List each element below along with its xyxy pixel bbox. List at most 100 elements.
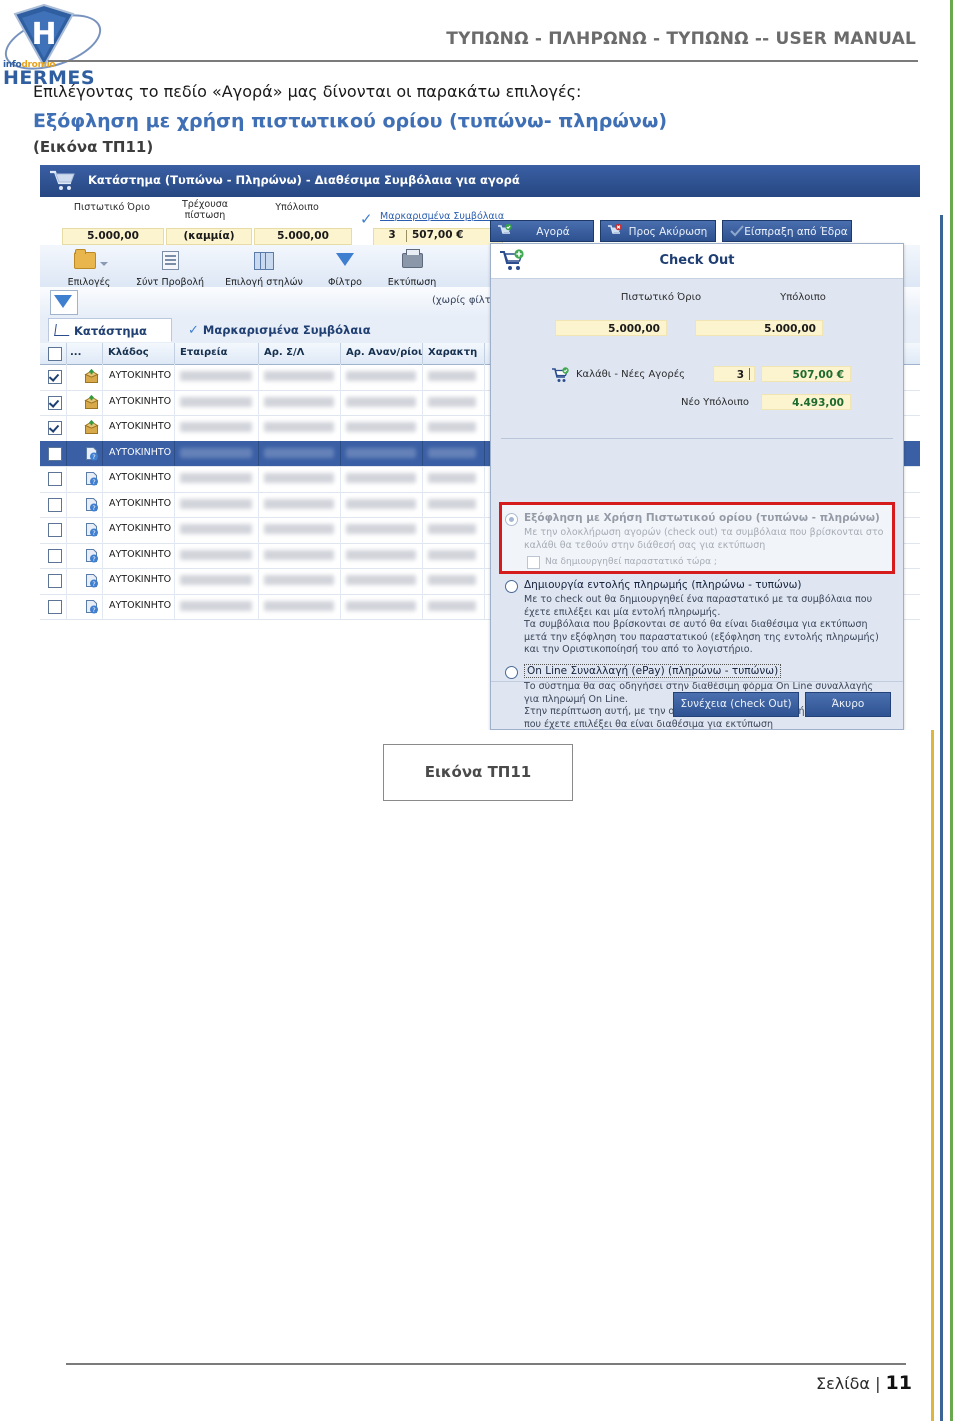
- cancel-request-button[interactable]: Προς Ακύρωση: [600, 220, 716, 242]
- cell-redacted: [428, 549, 476, 560]
- cell-redacted: [264, 498, 334, 509]
- buy-button[interactable]: Αγορά: [490, 220, 594, 242]
- balance-value: 5.000,00: [254, 228, 352, 245]
- cell-redacted: [264, 422, 334, 432]
- grid-column-divider: [66, 415, 67, 441]
- grid-column-divider: [422, 593, 423, 619]
- option-payment-order-description: Με το check out θα δημιουργηθεί ένα παρα…: [524, 594, 879, 655]
- dialog-new-balance-value: 4.493,00: [761, 394, 851, 410]
- row-select-checkbox[interactable]: [48, 523, 62, 537]
- cell-redacted: [346, 524, 416, 534]
- tab-katastima[interactable]: Κατάστημα: [48, 318, 172, 342]
- checkout-cancel-button[interactable]: Άκυρο: [805, 692, 891, 717]
- svg-text:?: ?: [92, 478, 95, 486]
- grid-column-divider: [102, 491, 103, 517]
- grid-column-divider: [102, 440, 103, 466]
- collect-from-office-button-label: Είσπραξη από Έδρα: [744, 226, 848, 238]
- cell-klados: ΑΥΤΟΚΙΝΗΤΟ: [109, 446, 172, 458]
- cell-redacted: [264, 371, 334, 381]
- row-select-checkbox[interactable]: [48, 370, 62, 384]
- embedded-screenshot: Κατάστημα (Τυπώνω - Πληρώνω) - Διαθέσιμα…: [35, 165, 940, 730]
- dialog-credit-limit-value: 5.000,00: [555, 320, 667, 336]
- grid-column-divider: [422, 491, 423, 517]
- grid-column-divider: [102, 517, 103, 543]
- tab-marked-contracts[interactable]: ✓ Μαρκαρισμένα Συμβόλαια: [188, 318, 371, 342]
- ribbon-button-print[interactable]: Εκτύπωση: [376, 249, 448, 289]
- document-header-title: ΤΥΠΩΝΩ - ΠΛΗΡΩΝΩ - ΤΥΠΩΝΩ -- USER MANUAL: [446, 29, 916, 49]
- grid-column-divider: [102, 568, 103, 594]
- checkout-dialog: Check Out Πιστωτικό Όριο Υπόλοιπο 5.000,…: [490, 243, 904, 730]
- row-select-checkbox[interactable]: [48, 497, 62, 512]
- grid-col-etaireia[interactable]: Εταιρεία: [180, 347, 252, 358]
- ribbon-button-compact-view[interactable]: Σύντ Προβολή: [126, 250, 214, 289]
- row-select-checkbox[interactable]: [48, 599, 62, 614]
- select-all-checkbox[interactable]: [48, 347, 62, 361]
- edge-rule-green: [950, 0, 953, 1421]
- ribbon-button-filter[interactable]: Φίλτρο: [316, 250, 374, 289]
- row-select-checkbox[interactable]: [48, 548, 62, 563]
- cart-icon: [54, 324, 71, 336]
- cell-redacted: [180, 447, 252, 458]
- grid-column-divider: [340, 466, 341, 492]
- sheet-icon: [126, 250, 214, 270]
- cell-redacted: [180, 473, 252, 483]
- marked-contracts-link[interactable]: Μαρκαρισμένα Συμβόλαια: [380, 211, 504, 222]
- checkout-confirm-button[interactable]: Συνέχεια (check Out): [673, 692, 799, 717]
- cell-redacted: [180, 549, 252, 560]
- package-green-icon: [84, 394, 99, 410]
- grid-col-xarakt[interactable]: Χαρακτη: [428, 347, 478, 358]
- cart-cancel-icon: [608, 224, 622, 234]
- collect-from-office-button[interactable]: Είσπραξη από Έδρα: [722, 220, 852, 242]
- option-online-epay-radio[interactable]: [505, 666, 518, 679]
- cell-redacted: [180, 575, 252, 585]
- grid-col-klados[interactable]: Κλάδος: [108, 347, 168, 358]
- cell-redacted: [428, 371, 476, 381]
- doc-question-icon: ?: [84, 599, 99, 614]
- cell-redacted: [346, 396, 416, 407]
- option-payment-order-radio[interactable]: [505, 580, 518, 593]
- figure-caption-box: Εικόνα ΤΠ11: [383, 744, 573, 801]
- checkout-dialog-header: Check Out: [491, 244, 903, 279]
- footer-page-number: 11: [885, 1372, 912, 1394]
- row-select-checkbox[interactable]: [48, 446, 62, 461]
- cell-redacted: [346, 422, 416, 432]
- ribbon-button-select-columns[interactable]: Επιλογή στηλών: [216, 250, 312, 289]
- cell-klados: ΑΥΤΟΚΙΝΗΤΟ: [109, 548, 172, 560]
- svg-text:?: ?: [92, 453, 95, 461]
- dialog-footer-divider: [491, 681, 903, 682]
- row-select-checkbox[interactable]: [48, 574, 62, 588]
- grid-column-divider: [66, 389, 67, 415]
- cancel-request-button-label: Προς Ακύρωση: [628, 226, 708, 238]
- marked-count-value: 3: [388, 229, 396, 241]
- grid-col-ananeo[interactable]: Αρ. Αναν/ρίου: [346, 347, 422, 358]
- grid-column-divider: [102, 542, 103, 568]
- grid-column-divider: [174, 593, 175, 619]
- grid-column-divider: [258, 517, 259, 543]
- folder-icon: [54, 249, 124, 269]
- grid-col-ellipsis[interactable]: ...: [70, 347, 90, 358]
- grid-column-divider: [174, 568, 175, 594]
- filter-toggle-button[interactable]: [50, 290, 78, 315]
- tab-katastima-label: Κατάστημα: [74, 324, 147, 338]
- cell-klados: ΑΥΤΟΚΙΝΗΤΟ: [109, 421, 172, 432]
- cell-klados: ΑΥΤΟΚΙΝΗΤΟ: [109, 574, 172, 585]
- grid-column-divider: [258, 542, 259, 568]
- cell-redacted: [346, 447, 416, 458]
- doc-question-icon: ?: [84, 522, 99, 537]
- row-select-checkbox[interactable]: [48, 395, 62, 410]
- ribbon-button-options[interactable]: Επιλογές: [54, 249, 124, 289]
- grid-column-divider: [422, 440, 423, 466]
- grid-column-divider: [258, 466, 259, 492]
- row-select-checkbox[interactable]: [48, 472, 62, 486]
- credit-limit-label: Πιστωτικό Όριο: [73, 202, 151, 213]
- funnel-icon: [54, 295, 72, 308]
- grid-column-divider: [174, 491, 175, 517]
- grid-column-divider: [340, 542, 341, 568]
- grid-column-divider: [422, 415, 423, 441]
- cell-klados: ΑΥΤΟΚΙΝΗΤΟ: [109, 599, 172, 611]
- svg-text:?: ?: [92, 504, 95, 512]
- grid-col-arsl[interactable]: Αρ. Σ/Λ: [264, 347, 334, 358]
- cell-redacted: [428, 600, 476, 611]
- row-select-checkbox[interactable]: [48, 421, 62, 435]
- cell-redacted: [180, 498, 252, 509]
